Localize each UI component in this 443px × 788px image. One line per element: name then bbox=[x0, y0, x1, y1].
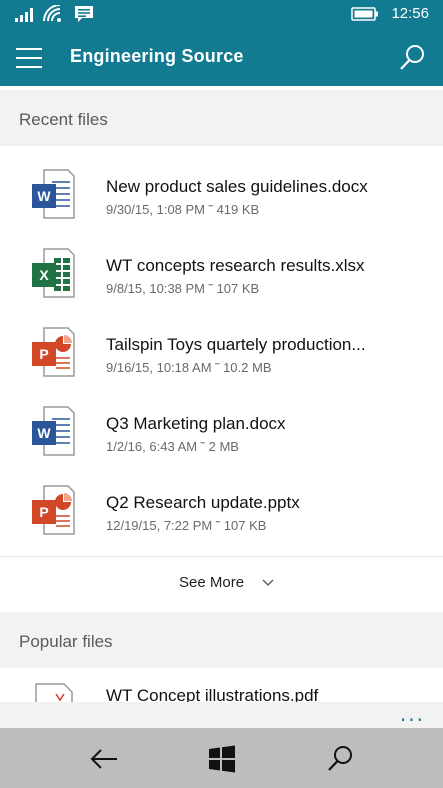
file-item[interactable]: X WT concepts research results.xlsx 9/8/… bbox=[0, 229, 443, 308]
pdf-file-icon bbox=[35, 683, 73, 702]
message-icon bbox=[75, 6, 93, 22]
file-name: New product sales guidelines.docx bbox=[106, 177, 368, 196]
recent-file-list: W New product sales guidelines.docx 9/30… bbox=[0, 150, 443, 545]
back-arrow-icon[interactable] bbox=[89, 744, 119, 774]
page-title: Engineering Source bbox=[70, 46, 244, 66]
powerpoint-file-icon: P bbox=[32, 485, 75, 535]
status-icons bbox=[14, 5, 94, 23]
recent-files-header: Recent files bbox=[0, 90, 443, 146]
signal-icon bbox=[15, 8, 33, 22]
battery-icon bbox=[351, 6, 379, 21]
powerpoint-file-icon: P bbox=[32, 327, 75, 377]
file-name: Tailspin Toys quartely production... bbox=[106, 335, 366, 354]
see-more-label: See More bbox=[179, 574, 245, 591]
status-bar: 12:56 bbox=[0, 0, 443, 32]
app-bar: ... bbox=[0, 702, 443, 728]
search-icon[interactable] bbox=[325, 744, 355, 774]
word-file-icon: W bbox=[32, 406, 75, 456]
wifi-icon bbox=[43, 5, 61, 22]
file-item[interactable]: WT Concept illustrations.pdf bbox=[0, 668, 443, 702]
file-meta: 9/8/15, 10:38 PM ˜ 107 KB bbox=[106, 281, 260, 296]
file-meta: 12/19/15, 7:22 PM ˜ 107 KB bbox=[106, 518, 267, 533]
svg-text:P: P bbox=[39, 504, 48, 520]
app-screen: 12:56 Engineering Source Recent files W … bbox=[0, 0, 443, 788]
excel-file-icon: X bbox=[32, 248, 75, 298]
file-meta: 9/16/15, 10:18 AM ˜ 10.2 MB bbox=[106, 360, 272, 375]
file-name: WT Concept illustrations.pdf bbox=[106, 686, 319, 702]
file-item[interactable]: W Q3 Marketing plan.docx 1/2/16, 6:43 AM… bbox=[0, 387, 443, 466]
file-meta: 9/30/15, 1:08 PM ˜ 419 KB bbox=[106, 202, 260, 217]
status-time: 12:56 bbox=[391, 5, 429, 22]
svg-text:W: W bbox=[37, 188, 51, 204]
see-more-button[interactable]: See More bbox=[0, 556, 443, 608]
svg-text:W: W bbox=[37, 425, 51, 441]
popular-files-label: Popular files bbox=[19, 632, 113, 651]
popular-files-header: Popular files bbox=[0, 612, 443, 668]
windows-start-icon[interactable] bbox=[207, 744, 237, 774]
file-name: WT concepts research results.xlsx bbox=[106, 256, 365, 275]
file-item[interactable]: P Tailspin Toys quartely production... 9… bbox=[0, 308, 443, 387]
svg-text:P: P bbox=[39, 346, 48, 362]
file-name: Q2 Research update.pptx bbox=[106, 493, 300, 512]
file-item[interactable]: P Q2 Research update.pptx 12/19/15, 7:22… bbox=[0, 466, 443, 545]
system-nav-bar bbox=[0, 728, 443, 788]
file-meta: 1/2/16, 6:43 AM ˜ 2 MB bbox=[106, 439, 239, 454]
more-options-button[interactable]: ... bbox=[400, 704, 425, 724]
app-header: Engineering Source bbox=[0, 32, 443, 86]
recent-files-label: Recent files bbox=[19, 110, 108, 129]
hamburger-menu-icon[interactable] bbox=[16, 48, 42, 68]
word-file-icon: W bbox=[32, 169, 75, 219]
chevron-down-icon bbox=[262, 579, 274, 586]
svg-text:X: X bbox=[39, 267, 49, 283]
file-item[interactable]: W New product sales guidelines.docx 9/30… bbox=[0, 150, 443, 229]
status-right: 12:56 bbox=[351, 5, 429, 22]
search-icon[interactable] bbox=[397, 43, 427, 73]
file-name: Q3 Marketing plan.docx bbox=[106, 414, 286, 433]
